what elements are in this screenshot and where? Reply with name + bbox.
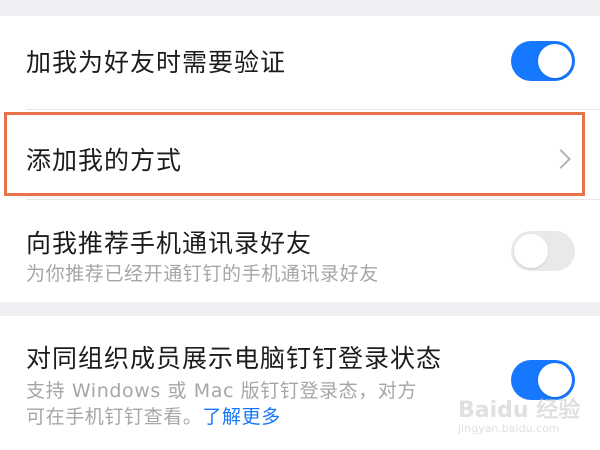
recommend-contacts-toggle[interactable] xyxy=(511,231,575,271)
verify-friend-title: 加我为好友时需要验证 xyxy=(26,48,287,77)
highlight-box xyxy=(4,112,585,196)
watermark-url: jingyan.baidu.com xyxy=(458,422,560,435)
login-status-desc-line2-wrap: 可在手机钉钉查看。了解更多 xyxy=(26,402,281,429)
learn-more-link[interactable]: 了解更多 xyxy=(202,406,280,428)
recommend-contacts-subtitle: 为你推荐已经开通钉钉的手机通讯录好友 xyxy=(26,263,379,285)
login-status-title: 对同组织成员展示电脑钉钉登录状态 xyxy=(26,344,443,373)
baidu-jingyan-watermark: Baidu 经验 jingyan.baidu.com xyxy=(458,392,594,442)
toggle-knob xyxy=(538,44,572,78)
watermark-logo: Baidu 经验 xyxy=(458,398,581,423)
divider xyxy=(26,109,600,110)
login-status-desc-line2: 可在手机钉钉查看。 xyxy=(26,406,203,428)
divider xyxy=(26,199,600,200)
login-status-desc-line1: 支持 Windows 或 Mac 版钉钉登录态，对方 xyxy=(26,380,418,402)
toggle-knob xyxy=(514,234,548,268)
verify-friend-toggle[interactable] xyxy=(511,41,575,81)
recommend-contacts-title: 向我推荐手机通讯录好友 xyxy=(26,229,313,258)
